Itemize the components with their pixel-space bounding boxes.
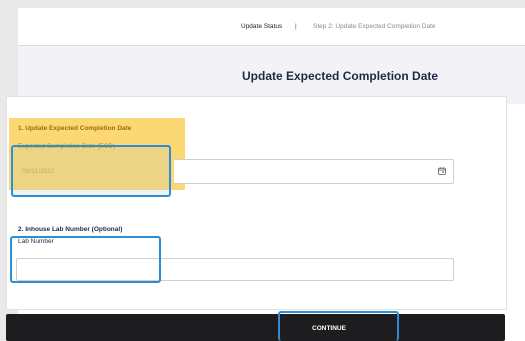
continue-button[interactable] [6,314,505,341]
breadcrumb-separator: | [295,23,297,30]
breadcrumb: Update Status | Step 2: Update Expected … [18,8,525,46]
lab-section-heading: 2. Inhouse Lab Number (Optional) [18,226,123,233]
page-title: Update Expected Completion Date [242,69,439,83]
breadcrumb-current[interactable]: Update Status [241,23,282,30]
ecd-section-heading: 1. Update Expected Completion Date [18,125,132,132]
continue-focus-outline [278,311,399,341]
ecd-focus-outline [11,145,171,197]
calendar-icon[interactable] [438,167,446,175]
lab-focus-outline [10,236,161,283]
breadcrumb-step: Step 2: Update Expected Completion Date [313,23,436,30]
